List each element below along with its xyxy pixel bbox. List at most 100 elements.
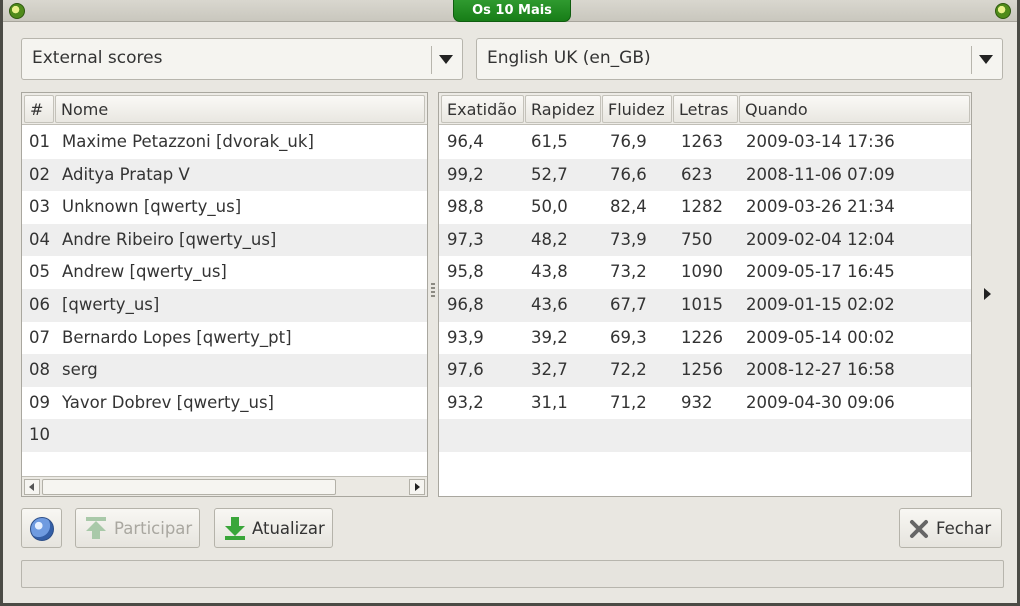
rank-cell: 01 xyxy=(29,132,50,151)
speed-cell: 32,7 xyxy=(531,360,568,380)
table-row[interactable]: 07 Bernardo Lopes [qwerty_pt] xyxy=(22,322,427,355)
when-cell: 2009-02-04 12:04 xyxy=(746,229,895,249)
column-header-accuracy[interactable]: Exatidão xyxy=(441,95,524,123)
column-header-letters[interactable]: Letras xyxy=(673,95,738,123)
update-button[interactable]: Atualizar xyxy=(214,508,333,548)
table-row[interactable]: 03 Unknown [qwerty_us] xyxy=(22,191,427,224)
rank-cell: 05 xyxy=(29,262,50,282)
close-label: Fechar xyxy=(936,519,992,538)
scores-table[interactable]: Exatidão Rapidez Fluidez Letras Quando 9… xyxy=(438,92,972,497)
speed-cell: 39,2 xyxy=(531,327,568,347)
table-row[interactable]: 96,4 61,5 76,9 1263 2009-03-14 17:36 xyxy=(439,126,971,159)
fluidity-cell: 69,3 xyxy=(610,327,647,347)
window-close-icon[interactable] xyxy=(995,3,1011,19)
table-row[interactable]: 96,8 43,6 67,7 1015 2009-01-15 02:02 xyxy=(439,289,971,322)
accuracy-cell: 96,8 xyxy=(447,295,484,314)
scroll-left-button[interactable] xyxy=(24,479,40,495)
table-row[interactable]: 05 Andrew [qwerty_us] xyxy=(22,256,427,289)
speed-cell: 61,5 xyxy=(531,132,568,151)
column-header-rank[interactable]: # xyxy=(24,95,54,123)
letters-cell: 1256 xyxy=(681,360,723,380)
letters-cell: 1090 xyxy=(681,262,723,282)
table-row[interactable]: 01 Maxime Petazzoni [dvorak_uk] xyxy=(22,126,427,159)
accuracy-cell: 97,6 xyxy=(447,360,484,380)
name-cell: serg xyxy=(62,360,98,380)
table-row[interactable]: 06 [qwerty_us] xyxy=(22,289,427,322)
rank-cell: 04 xyxy=(29,229,50,249)
table-row[interactable]: 09 Yavor Dobrev [qwerty_us] xyxy=(22,387,427,420)
web-button[interactable] xyxy=(21,508,62,548)
name-cell: [qwerty_us] xyxy=(62,295,160,314)
letters-cell: 750 xyxy=(681,229,713,249)
rank-cell: 02 xyxy=(29,164,50,184)
horizontal-scrollbar[interactable] xyxy=(22,476,427,496)
fluidity-cell: 73,9 xyxy=(610,229,647,249)
speed-cell: 52,7 xyxy=(531,164,568,184)
scroll-right-arrow-icon[interactable] xyxy=(984,288,991,300)
column-header-name[interactable]: Nome xyxy=(55,95,425,123)
column-header-speed[interactable]: Rapidez xyxy=(525,95,601,123)
when-cell: 2008-11-06 07:09 xyxy=(746,164,895,184)
download-icon xyxy=(225,517,245,540)
table-row[interactable]: 98,8 50,0 82,4 1282 2009-03-26 21:34 xyxy=(439,191,971,224)
chevron-down-icon[interactable] xyxy=(439,55,453,64)
fluidity-cell: 82,4 xyxy=(610,197,647,217)
status-bar xyxy=(21,560,1004,588)
scroll-right-button[interactable] xyxy=(409,479,425,495)
table-row[interactable]: 10 xyxy=(22,419,427,452)
fluidity-cell: 72,2 xyxy=(610,360,647,380)
rank-cell: 06 xyxy=(29,295,50,314)
title-bar[interactable]: Os 10 Mais xyxy=(3,0,1017,22)
table-row[interactable]: 99,2 52,7 76,6 623 2008-11-06 07:09 xyxy=(439,158,971,192)
combo-separator xyxy=(431,46,432,74)
accuracy-cell: 99,2 xyxy=(447,164,484,184)
names-header-row: # Nome xyxy=(22,93,427,125)
pane-resize-handle[interactable] xyxy=(431,283,435,299)
accuracy-cell: 93,2 xyxy=(447,392,484,412)
table-row[interactable]: 08 serg xyxy=(22,354,427,387)
table-row[interactable]: 95,8 43,8 73,2 1090 2009-05-17 16:45 xyxy=(439,256,971,289)
window-menu-icon[interactable] xyxy=(9,3,25,19)
participate-button[interactable]: Participar xyxy=(75,508,200,548)
letters-cell: 932 xyxy=(681,392,713,412)
when-cell: 2009-05-14 00:02 xyxy=(746,327,895,347)
table-row[interactable]: 97,3 48,2 73,9 750 2009-02-04 12:04 xyxy=(439,223,971,257)
speed-cell: 31,1 xyxy=(531,392,568,412)
table-row[interactable] xyxy=(439,419,971,452)
accuracy-cell: 93,9 xyxy=(447,327,484,347)
accuracy-cell: 95,8 xyxy=(447,262,484,282)
table-row[interactable]: 02 Aditya Pratap V xyxy=(22,158,427,192)
letters-cell: 1263 xyxy=(681,132,723,151)
letters-cell: 623 xyxy=(681,164,713,184)
globe-icon xyxy=(30,517,54,541)
column-header-fluidity[interactable]: Fluidez xyxy=(602,95,672,123)
combo-separator xyxy=(971,46,972,74)
column-header-when[interactable]: Quando xyxy=(739,95,970,123)
rank-cell: 08 xyxy=(29,360,50,380)
score-source-combo[interactable]: External scores xyxy=(21,38,463,80)
table-row[interactable]: 93,9 39,2 69,3 1226 2009-05-14 00:02 xyxy=(439,322,971,355)
fluidity-cell: 76,6 xyxy=(610,164,647,184)
rank-cell: 09 xyxy=(29,392,50,412)
language-combo[interactable]: English UK (en_GB) xyxy=(476,38,1003,80)
name-cell: Andre Ribeiro [qwerty_us] xyxy=(62,229,277,249)
name-cell: Andrew [qwerty_us] xyxy=(62,262,227,282)
fluidity-cell: 67,7 xyxy=(610,295,647,314)
chevron-down-icon[interactable] xyxy=(979,55,993,64)
speed-cell: 43,8 xyxy=(531,262,568,282)
name-cell: Unknown [qwerty_us] xyxy=(62,197,242,217)
accuracy-cell: 98,8 xyxy=(447,197,484,217)
close-button[interactable]: Fechar xyxy=(899,508,1002,548)
scrollbar-thumb[interactable] xyxy=(42,479,336,495)
name-cell: Yavor Dobrev [qwerty_us] xyxy=(62,392,274,412)
name-cell: Aditya Pratap V xyxy=(62,164,190,184)
table-row[interactable]: 04 Andre Ribeiro [qwerty_us] xyxy=(22,223,427,257)
update-label: Atualizar xyxy=(252,519,325,538)
table-row[interactable]: 93,2 31,1 71,2 932 2009-04-30 09:06 xyxy=(439,387,971,420)
scores-header-row: Exatidão Rapidez Fluidez Letras Quando xyxy=(439,93,971,125)
letters-cell: 1282 xyxy=(681,197,723,217)
names-table[interactable]: # Nome 01 Maxime Petazzoni [dvorak_uk] 02 A… xyxy=(21,92,428,497)
table-row[interactable]: 97,6 32,7 72,2 1256 2008-12-27 16:58 xyxy=(439,354,971,387)
speed-cell: 48,2 xyxy=(531,229,568,249)
accuracy-cell: 97,3 xyxy=(447,229,484,249)
